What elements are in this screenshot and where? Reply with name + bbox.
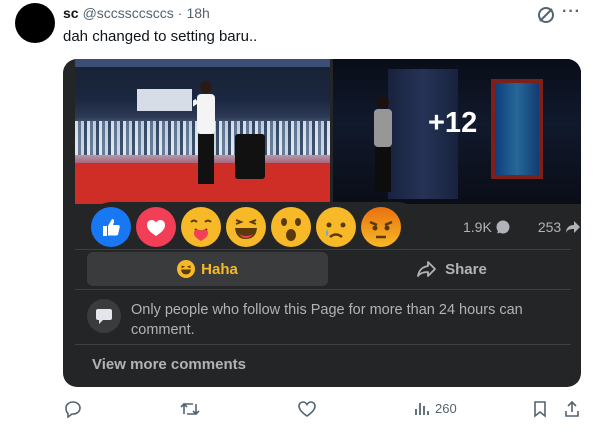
- avatar[interactable]: [15, 3, 55, 43]
- share-button[interactable]: Share: [333, 252, 571, 286]
- divider: [75, 344, 571, 345]
- like-reaction-icon[interactable]: [91, 207, 131, 247]
- share-arrow-icon: [566, 221, 581, 233]
- haha-button[interactable]: Haha: [87, 252, 328, 286]
- comment-icon: [87, 299, 121, 333]
- angry-reaction-icon[interactable]: [361, 207, 401, 247]
- comment-restriction: Only people who follow this Page for mor…: [87, 299, 567, 340]
- bookmark-icon[interactable]: [532, 400, 548, 418]
- tweet-header: sc @sccssccsccs · 18h: [63, 5, 210, 21]
- views-icon: [415, 403, 429, 415]
- more-photos-count: +12: [428, 107, 478, 139]
- views-count[interactable]: 260: [414, 400, 457, 416]
- care-reaction-icon[interactable]: [181, 207, 221, 247]
- like-icon[interactable]: [298, 400, 316, 418]
- comment-restriction-text: Only people who follow this Page for mor…: [131, 302, 523, 338]
- display-name[interactable]: sc: [63, 5, 79, 21]
- comment-bubble-icon: [496, 220, 510, 234]
- comments-count[interactable]: 1.9K: [463, 219, 492, 235]
- divider: [75, 249, 571, 250]
- share-icon[interactable]: [564, 400, 580, 418]
- wow-reaction-icon[interactable]: [271, 207, 311, 247]
- share-label: Share: [445, 260, 487, 278]
- tweet-actions: 260: [0, 398, 595, 422]
- share-icon: [417, 261, 437, 277]
- love-reaction-icon[interactable]: [136, 207, 176, 247]
- photo-stage-speech[interactable]: [75, 59, 330, 204]
- sad-reaction-icon[interactable]: [316, 207, 356, 247]
- haha-reaction-icon[interactable]: [226, 207, 266, 247]
- user-handle[interactable]: @sccssccsccs: [83, 5, 174, 21]
- views-value: 260: [435, 400, 457, 416]
- grok-icon[interactable]: [536, 5, 556, 25]
- separator: ·: [177, 5, 183, 21]
- divider: [75, 289, 571, 290]
- photo-more[interactable]: +12: [333, 59, 581, 204]
- reaction-picker: [87, 202, 422, 252]
- timestamp[interactable]: 18h: [186, 5, 209, 21]
- retweet-icon[interactable]: [180, 400, 200, 418]
- view-more-comments-link[interactable]: View more comments: [92, 356, 246, 373]
- reply-icon[interactable]: [64, 400, 82, 418]
- shares-count[interactable]: 253: [538, 219, 561, 235]
- more-icon[interactable]: ···: [562, 3, 581, 21]
- haha-label: Haha: [201, 260, 238, 278]
- haha-small-icon: [177, 260, 196, 278]
- facebook-post-image[interactable]: +12 1.9K 253 Haha Share Only people who …: [63, 59, 581, 387]
- post-stats: 1.9K 253: [463, 219, 581, 235]
- tweet-text: dah changed to setting baru..: [63, 28, 258, 45]
